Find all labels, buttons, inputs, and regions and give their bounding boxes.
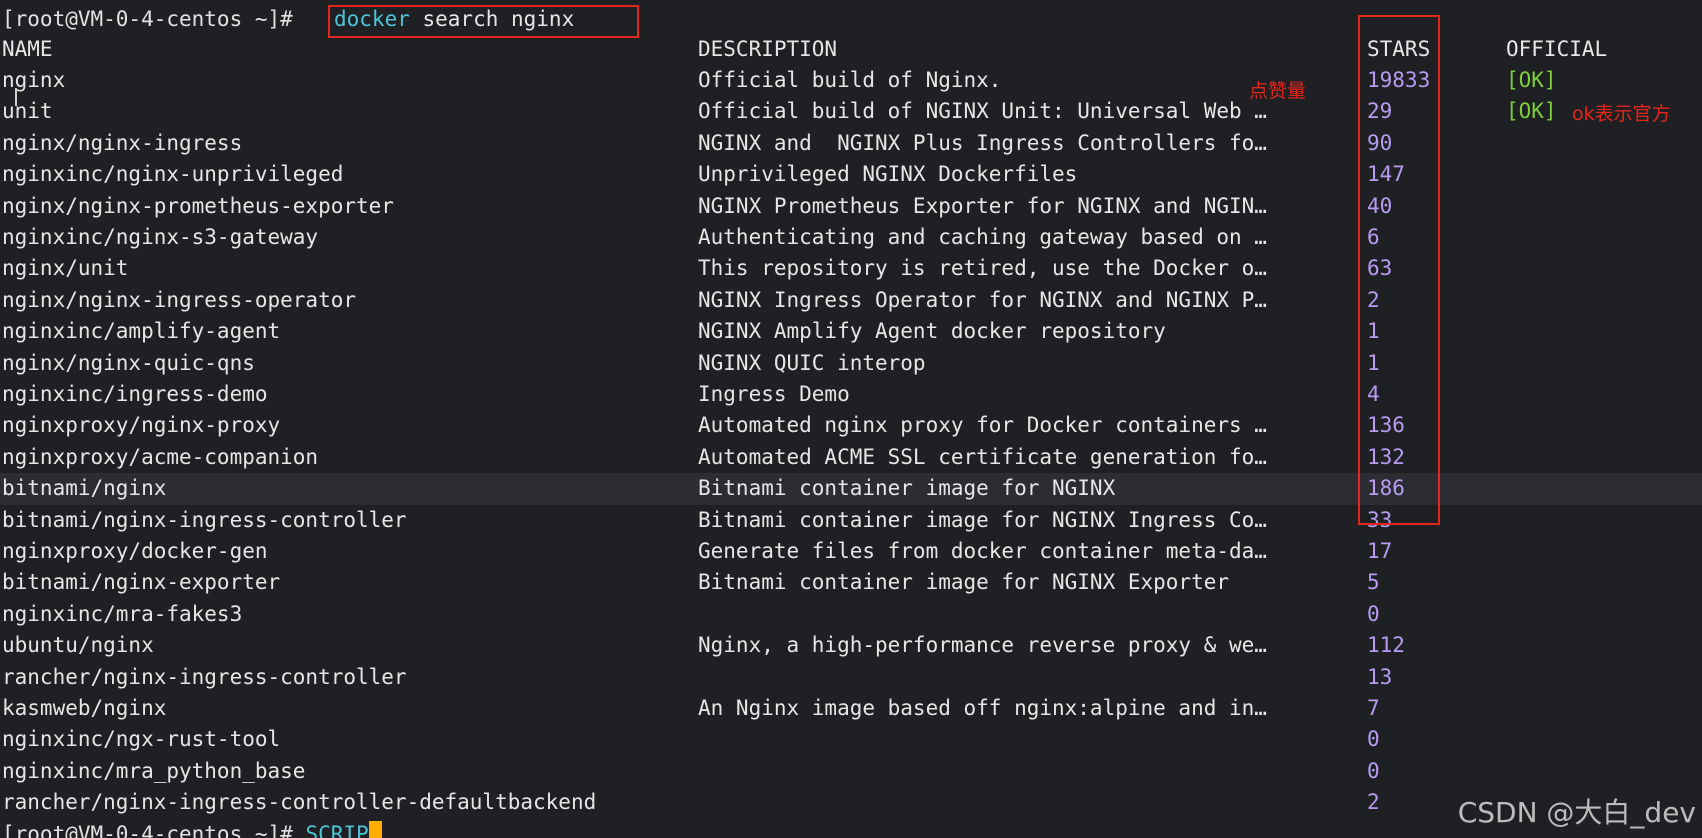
repo-description: Bitnami container image for NGINX Export…: [698, 570, 1230, 595]
repo-name: nginx/nginx-ingress: [2, 130, 243, 155]
table-row: nginxproxy/nginx-proxy Automated nginx pr…: [0, 410, 1702, 441]
table-row: nginxproxy/docker-gen Generate files from…: [0, 536, 1702, 567]
repo-stars: 7: [1367, 696, 1380, 720]
repo-stars: 13: [1367, 664, 1393, 689]
final-shell-prompt: [root@VM-0-4-centos ~]# SCRIP: [2, 819, 382, 838]
repo-name: rancher/nginx-ingress-controller: [2, 664, 407, 689]
table-row: rancher/nginx-ingress-controller 13: [0, 662, 1702, 693]
table-row: ubuntu/nginx Nginx, a high-performance re…: [0, 630, 1702, 661]
official-annotation: ok表示官方: [1572, 103, 1671, 125]
repo-name: bitnami/nginx: [2, 476, 167, 501]
repo-name: rancher/nginx-ingress-controller-default…: [2, 790, 597, 815]
command-highlight-box: [328, 5, 639, 38]
repo-name: nginxproxy/docker-gen: [2, 539, 268, 563]
header-description: DESCRIPTION: [698, 37, 838, 61]
table-row: nginx/nginx-prometheus-exporter NGINX Pro…: [0, 191, 1702, 222]
repo-name: nginx/nginx-quic-qns: [2, 350, 255, 375]
table-row: nginxinc/mra-fakes3 0: [0, 599, 1702, 630]
repo-description: Official build of Nginx.: [698, 68, 1002, 92]
table-row: nginxinc/ingress-demo Ingress Demo 4: [0, 379, 1702, 410]
table-row: nginx/nginx-quic-qns NGINX QUIC interop 1: [0, 348, 1702, 379]
table-row: bitnami/nginx-ingress-controller Bitnami …: [0, 505, 1702, 536]
table-row: nginx/nginx-ingress NGINX and NGINX Plus …: [0, 128, 1702, 159]
text-cursor: [368, 820, 382, 838]
repo-name: bitnami/nginx-exporter: [2, 570, 281, 595]
table-row: nginx Official build of Nginx. 19833 [OK]: [0, 65, 1702, 96]
repo-name: nginx/nginx-ingress-operator: [2, 287, 357, 312]
repo-description: Authenticating and caching gateway based…: [698, 225, 1267, 249]
repo-description: An Nginx image based off nginx:alpine an…: [698, 696, 1267, 720]
table-row: bitnami/nginx Bitnami container image for…: [0, 473, 1702, 505]
repo-description: Automated ACME SSL certificate generatio…: [698, 444, 1267, 469]
repo-description: Unprivileged NGINX Dockerfiles: [698, 162, 1078, 187]
repo-name: nginxinc/ingress-demo: [2, 382, 268, 406]
shell-prompt: [root@VM-0-4-centos ~]#: [2, 7, 293, 31]
table-row: rancher/nginx-ingress-controller-default…: [0, 787, 1702, 818]
repo-description: Bitnami container image for NGINX: [698, 476, 1116, 501]
table-row: kasmweb/nginx An Nginx image based off ng…: [0, 693, 1702, 724]
repo-description: Automated nginx proxy for Docker contain…: [698, 413, 1267, 438]
table-row: nginx/unit This repository is retired, us…: [0, 253, 1702, 284]
final-prompt-line: [root@VM-0-4-centos ~]# SCRIP: [0, 819, 1702, 838]
stars-annotation: 点赞量: [1249, 80, 1307, 102]
repo-description: NGINX Amplify Agent docker repository: [698, 319, 1166, 344]
repo-name: nginxproxy/nginx-proxy: [2, 413, 281, 438]
repo-name: nginxinc/ngx-rust-tool: [2, 727, 281, 752]
repo-description: Bitnami container image for NGINX Ingres…: [698, 507, 1267, 532]
repo-description: NGINX QUIC interop: [698, 350, 926, 375]
mouse-cursor-icon: [15, 88, 17, 106]
prompt-line: [root@VM-0-4-centos ~]# docker search ng…: [0, 4, 1702, 35]
repo-stars: 0: [1367, 758, 1380, 783]
repo-description: Generate files from docker container met…: [698, 539, 1267, 563]
table-row: nginxinc/nginx-unprivileged Unprivileged …: [0, 159, 1702, 190]
repo-name: nginx/unit: [2, 256, 129, 281]
table-row: nginxinc/ngx-rust-tool 0: [0, 724, 1702, 755]
repo-name: nginx: [2, 68, 66, 92]
typed-text: SCRIP: [292, 821, 369, 838]
repo-name: nginxproxy/acme-companion: [2, 444, 319, 469]
repo-description: Official build of NGINX Unit: Universal …: [698, 99, 1267, 124]
table-row: unit Official build of NGINX Unit: Univer…: [0, 96, 1702, 127]
table-row: nginxinc/mra_python_base 0: [0, 756, 1702, 787]
repo-name: ubuntu/nginx: [2, 633, 154, 658]
watermark: CSDN @大白_dev: [1457, 795, 1696, 829]
repo-stars: 0: [1367, 727, 1380, 752]
repo-description: NGINX and NGINX Plus Ingress Controllers…: [698, 130, 1267, 155]
terminal-window[interactable]: [root@VM-0-4-centos ~]# docker search ng…: [0, 0, 1702, 838]
header-official: OFFICIAL: [1506, 37, 1608, 61]
repo-description: Ingress Demo: [698, 382, 850, 406]
header-name: NAME: [2, 37, 53, 61]
final-prompt-text: [root@VM-0-4-centos ~]#: [2, 821, 293, 838]
repo-name: nginxinc/nginx-unprivileged: [2, 162, 344, 187]
repo-stars: 5: [1367, 570, 1380, 595]
repo-official: [OK]: [1506, 68, 1557, 92]
repo-description: Nginx, a high-performance reverse proxy …: [698, 633, 1267, 658]
repo-stars: 17: [1367, 539, 1393, 563]
table-row: nginxinc/amplify-agent NGINX Amplify Agen…: [0, 316, 1702, 347]
repo-name: nginx/nginx-prometheus-exporter: [2, 193, 394, 218]
table-row: bitnami/nginx-exporter Bitnami container …: [0, 567, 1702, 598]
repo-name: nginxinc/nginx-s3-gateway: [2, 225, 319, 249]
repo-name: nginxinc/mra_python_base: [2, 758, 306, 783]
repo-stars: 2: [1367, 790, 1380, 815]
repo-stars: 0: [1367, 601, 1380, 626]
table-header: NAME DESCRIPTION STARS OFFICIAL: [0, 34, 1702, 65]
repo-description: NGINX Prometheus Exporter for NGINX and …: [698, 193, 1267, 218]
stars-highlight-box: [1358, 15, 1440, 525]
repo-official: [OK]: [1506, 99, 1557, 124]
table-row: nginxinc/nginx-s3-gateway Authenticating …: [0, 222, 1702, 253]
repo-description: NGINX Ingress Operator for NGINX and NGI…: [698, 287, 1267, 312]
repo-stars: 112: [1367, 633, 1405, 658]
repo-name: bitnami/nginx-ingress-controller: [2, 507, 407, 532]
repo-description: This repository is retired, use the Dock…: [698, 256, 1267, 281]
repo-name: kasmweb/nginx: [2, 696, 167, 720]
repo-name: nginxinc/amplify-agent: [2, 319, 281, 344]
repo-name: nginxinc/mra-fakes3: [2, 601, 243, 626]
table-row: nginx/nginx-ingress-operator NGINX Ingres…: [0, 285, 1702, 316]
table-row: nginxproxy/acme-companion Automated ACME …: [0, 442, 1702, 473]
repo-name: unit: [2, 99, 53, 124]
